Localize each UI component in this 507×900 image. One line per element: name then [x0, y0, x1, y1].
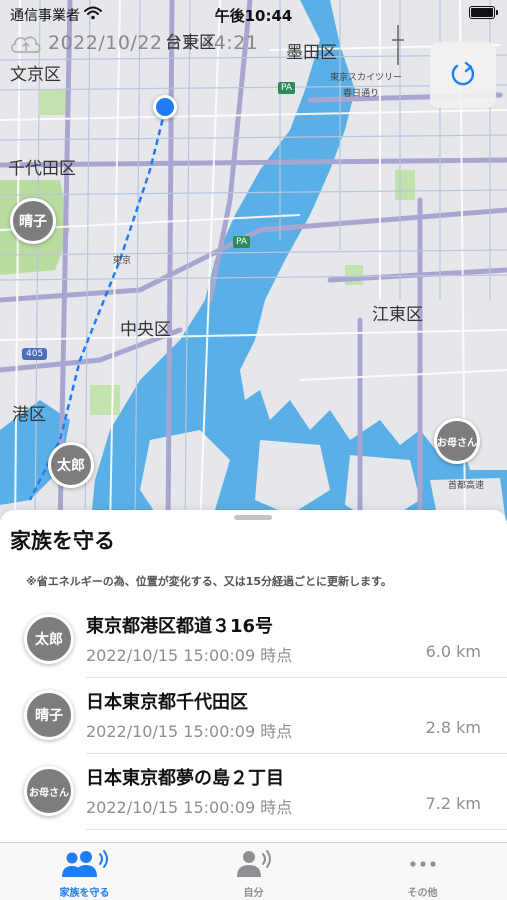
- parking-area-badge: PA: [278, 82, 296, 94]
- map-label-tokyo-station: 東京: [113, 256, 132, 266]
- parking-area-badge: PA: [233, 236, 251, 248]
- family-icon: [0, 849, 169, 879]
- map-label-skytree: 東京スカイツリー: [330, 73, 403, 83]
- member-location: 日本東京都夢の島２丁目: [86, 768, 284, 789]
- row-divider: [86, 829, 507, 830]
- current-location-dot: [153, 95, 177, 119]
- tab-more-label: その他: [407, 888, 438, 899]
- tab-family-label: 家族を守る: [59, 888, 110, 899]
- member-timestamp: 2022/10/15 15:00:09 時点: [86, 722, 293, 741]
- family-sheet: 家族を守る ※省エネルギーの為、位置が変化する、又は15分経過ごとに更新します。…: [0, 510, 507, 842]
- tab-family[interactable]: 家族を守る: [0, 843, 169, 900]
- map-view[interactable]: 2022/10/22 21:44:21 文京区 台東区 墨田区 千代田区 中央区…: [0, 0, 507, 530]
- member-timestamp: 2022/10/15 15:00:09 時点: [86, 798, 293, 817]
- battery-icon: [469, 6, 498, 19]
- tab-bar: 家族を守る 自分 その他: [0, 842, 507, 900]
- person-icon: [169, 849, 338, 879]
- map-label-kasuga: 春日通り: [343, 89, 380, 99]
- map-label-minato: 港区: [12, 405, 46, 425]
- map-label-bunkyo: 文京区: [10, 65, 61, 85]
- map-label-sumida: 墨田区: [286, 43, 337, 63]
- member-row-mother[interactable]: お母さん 日本東京都夢の島２丁目 2022/10/15 15:00:09 時点 …: [0, 754, 507, 830]
- map-marker-taro[interactable]: 太郎: [48, 442, 94, 488]
- member-timestamp: 2022/10/15 15:00:09 時点: [86, 646, 293, 665]
- map-marker-mother[interactable]: お母さん: [434, 418, 480, 464]
- route-405-shield: 405: [22, 348, 48, 360]
- member-distance: 6.0 km: [425, 642, 481, 661]
- member-distance: 7.2 km: [425, 794, 481, 813]
- tab-more[interactable]: その他: [338, 843, 507, 900]
- map-label-chuo: 中央区: [120, 320, 171, 340]
- map-label-taito: 台東区: [165, 33, 216, 53]
- refresh-button[interactable]: [430, 42, 496, 108]
- map-label-koto: 江東区: [372, 305, 423, 325]
- avatar: 晴子: [24, 690, 74, 740]
- cloud-upload-icon[interactable]: [8, 32, 44, 60]
- map-marker-haruko[interactable]: 晴子: [10, 198, 56, 244]
- member-row-haruko[interactable]: 晴子 日本東京都千代田区 2022/10/15 15:00:09 時点 2.8 …: [0, 678, 507, 754]
- tab-self-label: 自分: [243, 888, 264, 899]
- status-bar: 通信事業者 午後10:44: [0, 0, 507, 28]
- sheet-grabber[interactable]: [234, 515, 272, 520]
- member-location: 日本東京都千代田区: [86, 692, 248, 713]
- status-time: 午後10:44: [214, 7, 293, 25]
- tab-self[interactable]: 自分: [169, 843, 338, 900]
- member-location: 東京都港区都道３16号: [86, 616, 274, 637]
- sheet-title: 家族を守る: [10, 529, 115, 553]
- member-row-taro[interactable]: 太郎 東京都港区都道３16号 2022/10/15 15:00:09 時点 6.…: [0, 602, 507, 678]
- update-note: ※省エネルギーの為、位置が変化する、又は15分経過ごとに更新します。: [26, 575, 392, 588]
- map-label-chiyoda: 千代田区: [8, 159, 76, 179]
- member-distance: 2.8 km: [425, 718, 481, 737]
- avatar: お母さん: [24, 766, 74, 816]
- ellipsis-icon: [338, 849, 507, 879]
- refresh-icon: [451, 61, 475, 86]
- map-label-shuto: 首都高速: [448, 481, 485, 491]
- avatar: 太郎: [24, 614, 74, 664]
- map-date-overlay: 2022/10/22 21:44:21: [48, 32, 259, 54]
